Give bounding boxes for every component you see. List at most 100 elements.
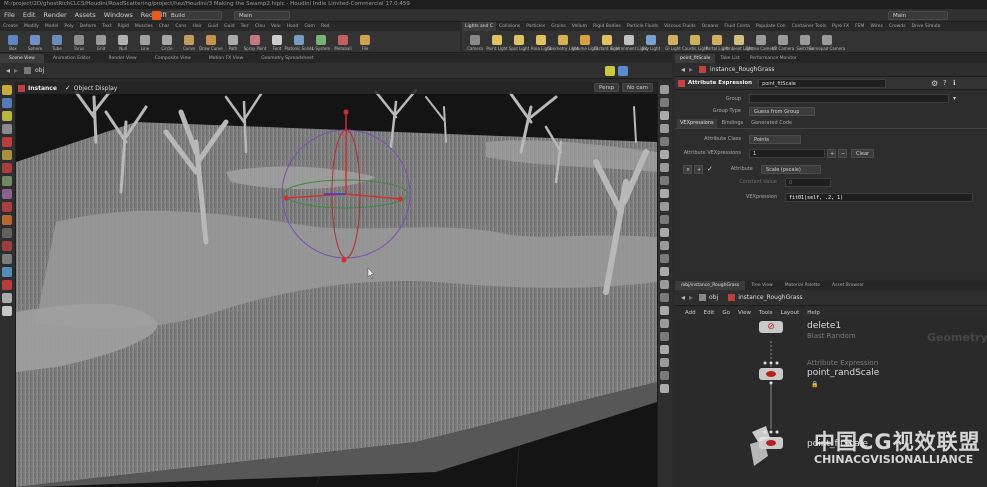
shelf-tab[interactable]: Viscous Fluids bbox=[661, 22, 699, 31]
forward-icon[interactable]: ▸ bbox=[689, 293, 693, 302]
network-tab[interactable]: Material Palette bbox=[779, 281, 826, 290]
shelf-tab[interactable]: Create bbox=[0, 22, 21, 31]
shelf-tool-camera[interactable]: Camera bbox=[464, 33, 486, 51]
shelf-tool-l-system[interactable]: L-System bbox=[310, 33, 332, 51]
tool-strip-icon[interactable] bbox=[2, 280, 12, 290]
shelf-tab[interactable]: Oceans bbox=[699, 22, 722, 31]
pane-tab[interactable]: Render View bbox=[100, 54, 146, 63]
shelf-tool-file[interactable]: File bbox=[354, 33, 376, 51]
shelf-tab[interactable]: Red bbox=[318, 22, 333, 31]
display-option-icon[interactable] bbox=[660, 202, 669, 211]
scene-viewport[interactable] bbox=[16, 82, 657, 487]
network-menu-add[interactable]: Add bbox=[681, 309, 700, 318]
multiparm-add-button[interactable]: × bbox=[683, 164, 692, 174]
shelf-tool-grid[interactable]: Grid bbox=[90, 33, 112, 51]
param-sub-tab[interactable]: VEXpressions bbox=[677, 118, 717, 128]
param-path[interactable]: instance_RoughGrass bbox=[710, 66, 774, 73]
shelf-tab[interactable]: Gam bbox=[301, 22, 318, 31]
vexpr-add-button[interactable]: + bbox=[827, 148, 836, 158]
shelf-tab[interactable]: Poly bbox=[61, 22, 76, 31]
display-option-icon[interactable] bbox=[660, 163, 669, 172]
shelf-tab[interactable]: Terr bbox=[238, 22, 252, 31]
shelf-tool-tube[interactable]: Tube bbox=[46, 33, 68, 51]
group-field[interactable] bbox=[749, 94, 949, 103]
network-menu-layout[interactable]: Layout bbox=[777, 309, 804, 318]
display-option-icon[interactable] bbox=[660, 384, 669, 393]
shelf-tool-spray-paint[interactable]: Spray Paint bbox=[244, 33, 266, 51]
pane-tab[interactable]: Geometry Spreadsheet bbox=[252, 54, 322, 63]
menu-item-windows[interactable]: Windows bbox=[100, 9, 137, 22]
shelf-tab[interactable]: Model bbox=[42, 22, 62, 31]
shelf-tab[interactable]: Drive Simula bbox=[908, 22, 943, 31]
menu-item-edit[interactable]: Edit bbox=[19, 9, 40, 22]
display-option-icon[interactable] bbox=[660, 241, 669, 250]
shelf-tool-metaball[interactable]: Metaball bbox=[332, 33, 354, 51]
tool-strip-icon[interactable] bbox=[2, 293, 12, 303]
tool-strip-icon[interactable] bbox=[2, 202, 12, 212]
scene-path[interactable]: obj bbox=[35, 67, 44, 74]
tool-strip-icon[interactable] bbox=[2, 150, 12, 160]
shelf-tool-stereo-camera[interactable]: Stereo Camera bbox=[746, 33, 776, 51]
back-icon[interactable]: ◂ bbox=[6, 66, 10, 75]
display-option-icon[interactable] bbox=[660, 150, 669, 159]
shelf-tab[interactable]: Rigid bbox=[114, 22, 131, 31]
multiparm-insert-button[interactable]: + bbox=[694, 164, 703, 174]
shelf-tab[interactable]: Fluid Conta bbox=[721, 22, 753, 31]
right-context-menu[interactable]: Main bbox=[888, 11, 948, 20]
shelf-tool-draw-curve[interactable]: Draw Curve bbox=[199, 33, 223, 51]
network-path-root[interactable]: obj bbox=[709, 294, 718, 301]
vexpr-count-field[interactable]: 1 bbox=[749, 148, 825, 158]
forward-icon[interactable]: ▸ bbox=[689, 65, 693, 74]
node-delete1[interactable]: ⊘ bbox=[759, 321, 783, 333]
shelf-tab[interactable]: Char bbox=[156, 22, 173, 31]
tool-strip-icon[interactable] bbox=[2, 189, 12, 199]
desktop-menu[interactable]: Build bbox=[166, 11, 222, 20]
tool-strip-icon[interactable] bbox=[2, 137, 12, 147]
display-option-icon[interactable] bbox=[660, 176, 669, 185]
shelf-tab[interactable]: Clou bbox=[252, 22, 268, 31]
display-option-icon[interactable] bbox=[660, 124, 669, 133]
shelf-tab[interactable]: Rigid Bodies bbox=[590, 22, 624, 31]
shelf-tab[interactable]: Deform bbox=[77, 22, 100, 31]
node-name-field[interactable]: point_fitScale bbox=[758, 78, 887, 88]
shelf-tab[interactable]: FEM bbox=[852, 22, 867, 31]
shelf-tool-geometry-light[interactable]: Geometry Light bbox=[547, 33, 579, 51]
display-option-icon[interactable] bbox=[660, 358, 669, 367]
shelf-tool-box[interactable]: Box bbox=[2, 33, 24, 51]
display-option-icon[interactable] bbox=[660, 137, 669, 146]
info-icon[interactable]: ℹ bbox=[953, 79, 956, 87]
tool-strip-icon[interactable] bbox=[2, 306, 12, 316]
shelf-tab[interactable]: Muscles bbox=[132, 22, 156, 31]
display-option-icon[interactable] bbox=[660, 228, 669, 237]
network-menu-edit[interactable]: Edit bbox=[700, 309, 719, 318]
vexpr-remove-button[interactable]: − bbox=[838, 148, 847, 158]
pane-tab[interactable]: Motion FX View bbox=[200, 54, 252, 63]
display-option-icon[interactable] bbox=[660, 280, 669, 289]
shelf-tab[interactable]: Volu bbox=[268, 22, 284, 31]
param-tab[interactable]: Performance Monitor bbox=[745, 54, 802, 63]
tool-strip-icon[interactable] bbox=[2, 124, 12, 134]
menu-item-assets[interactable]: Assets bbox=[71, 9, 100, 22]
network-menu-help[interactable]: Help bbox=[803, 309, 824, 318]
network-path-node[interactable]: instance_RoughGrass bbox=[738, 294, 802, 301]
display-option-icon[interactable] bbox=[660, 267, 669, 276]
shelf-tool-circle[interactable]: Circle bbox=[156, 33, 178, 51]
display-option-icon[interactable] bbox=[660, 215, 669, 224]
param-sub-tab[interactable]: Generated Code bbox=[748, 119, 795, 128]
forward-icon[interactable]: ▸ bbox=[14, 66, 18, 75]
shelf-tab[interactable]: Populate Con bbox=[753, 22, 789, 31]
shelf-tool-torus[interactable]: Torus bbox=[68, 33, 90, 51]
tool-strip-icon[interactable] bbox=[2, 176, 12, 186]
tool-strip-icon[interactable] bbox=[2, 267, 12, 277]
attr-class-menu[interactable]: Points bbox=[749, 134, 801, 144]
shelf-tab[interactable]: Collisions bbox=[496, 22, 523, 31]
shelf-tool-null[interactable]: Null bbox=[112, 33, 134, 51]
shelf-tool-path[interactable]: Path bbox=[222, 33, 244, 51]
display-option-icon[interactable] bbox=[660, 306, 669, 315]
shelf-tab[interactable]: Guid bbox=[205, 22, 221, 31]
shelf-tab[interactable]: Pyro FX bbox=[829, 22, 852, 31]
persp-menu[interactable]: Persp bbox=[594, 83, 620, 92]
display-option-icon[interactable] bbox=[660, 332, 669, 341]
shelf-tab[interactable]: Hood bbox=[284, 22, 302, 31]
shelf-tab[interactable]: Particles bbox=[523, 22, 548, 31]
